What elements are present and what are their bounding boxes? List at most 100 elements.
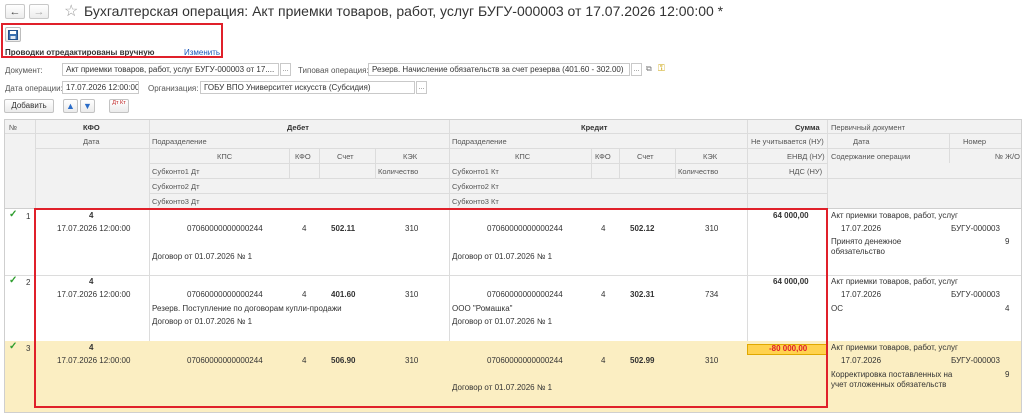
col-sum: Сумма [795, 123, 820, 132]
row-kt-kfo: 4 [601, 290, 606, 299]
col-debit: Дебет [287, 123, 309, 132]
row-kt-kek: 734 [705, 290, 719, 299]
col-dt-kfo: КФО [295, 152, 311, 161]
row-dt-kek: 310 [405, 356, 419, 365]
col-date: Дата [83, 137, 100, 146]
row-kt-kfo: 4 [601, 224, 606, 233]
row-kfo: 4 [89, 211, 94, 220]
row-content-1: Принято денежное [831, 237, 902, 246]
row-dt-kfo: 4 [302, 356, 307, 365]
col-journal: № Ж/О [995, 152, 1020, 161]
col-kt-kek: КЭК [703, 152, 718, 161]
row-content-1: Корректировка поставленных на [831, 370, 953, 379]
arrow-right-icon: → [33, 5, 45, 18]
row-dt-sub1: Резерв. Поступление по договорам купли-п… [152, 304, 342, 313]
col-sub2-kt: Субконто2 Кт [452, 182, 499, 191]
col-dt-kek: КЭК [403, 152, 418, 161]
check-icon: ✓ [9, 275, 18, 286]
row-kt-sub2: Договор от 01.07.2026 № 1 [452, 252, 553, 261]
lock-icon[interactable]: ⚿ [658, 63, 665, 74]
row-content-1: ОС [831, 304, 843, 313]
row-pd-date: 17.07.2026 [841, 356, 882, 365]
col-primary-doc: Первичный документ [831, 123, 906, 132]
arrow-down-icon: ▼ [83, 101, 92, 111]
typical-op-label: Типовая операция: [298, 66, 369, 75]
row-dt-kps: 07060000000000244 [187, 356, 263, 365]
row-kt-sub2: Договор от 01.07.2026 № 1 [452, 383, 553, 392]
debit-credit-icon: Дт Кт [112, 100, 126, 106]
star-icon[interactable]: ☆ [64, 1, 78, 21]
row-kfo: 4 [89, 343, 94, 352]
col-num: № [9, 123, 18, 132]
page-title: Бухгалтерская операция: Акт приемки това… [84, 3, 724, 19]
back-button[interactable]: ← [5, 4, 25, 19]
row-sum: -80 000,00 [769, 344, 808, 353]
col-sub1-kt: Субконто1 Кт [452, 167, 499, 176]
row-content-2: учет отложенных обязательств [831, 380, 947, 389]
add-button[interactable]: Добавить [4, 99, 54, 113]
col-credit: Кредит [581, 123, 608, 132]
postings-table: № КФО Дата Дебет Кредит Сумма Первичный … [4, 119, 1022, 413]
row-pd-date: 17.07.2026 [841, 290, 882, 299]
col-kt-account: Счет [637, 152, 654, 161]
document-field[interactable]: Акт приемки товаров, работ, услуг БУГУ-0… [62, 63, 279, 76]
row-num: 2 [26, 278, 31, 287]
row-dt-kek: 310 [405, 290, 419, 299]
row-sum: 64 000,00 [773, 211, 809, 220]
row-date: 17.07.2026 12:00:00 [57, 224, 131, 233]
org-label: Организация: [148, 84, 199, 93]
org-field[interactable]: ГОБУ ВПО Университет искусств (Субсидия) [200, 81, 415, 94]
col-envd: ЕНВД (НУ) [787, 152, 825, 161]
row-dt-kps: 07060000000000244 [187, 290, 263, 299]
row-pd-number: БУГУ-000003 [951, 290, 1000, 299]
row-journal: 4 [1005, 304, 1010, 313]
save-icon [8, 29, 18, 40]
row-pd-number: БУГУ-000003 [951, 224, 1000, 233]
row-dt-kfo: 4 [302, 290, 307, 299]
col-sub3-dt: Субконто3 Дт [152, 197, 200, 206]
row-kt-kps: 07060000000000244 [487, 290, 563, 299]
check-icon: ✓ [9, 341, 18, 352]
row-num: 3 [26, 344, 31, 353]
row-dt-kek: 310 [405, 224, 419, 233]
col-sub3-kt: Субконто3 Кт [452, 197, 499, 206]
typical-op-field[interactable]: Резерв. Начисление обязательств за счет … [368, 63, 630, 76]
row-pd-name: Акт приемки товаров, работ, услуг [831, 211, 958, 220]
col-pd-date: Дата [853, 137, 870, 146]
move-down-button[interactable]: ▼ [80, 99, 95, 113]
document-open-button[interactable]: ... [280, 63, 291, 76]
row-pd-name: Акт приемки товаров, работ, услуг [831, 277, 958, 286]
row-kt-account: 502.99 [630, 356, 655, 365]
row-kt-kek: 310 [705, 356, 719, 365]
col-kt-kfo: КФО [595, 152, 611, 161]
change-link[interactable]: Изменить [184, 48, 220, 57]
org-open-button[interactable]: ... [416, 81, 427, 94]
row-date: 17.07.2026 12:00:00 [57, 290, 131, 299]
arrow-up-icon: ▲ [66, 101, 75, 111]
col-dt-subdivision: Подразделение [152, 137, 207, 146]
debit-credit-sort-button[interactable]: Дт Кт [109, 99, 129, 113]
date-field[interactable]: 17.07.2026 12:00:00 [62, 81, 139, 94]
typical-op-copy-icon[interactable]: ⧉ [646, 64, 652, 74]
move-up-button[interactable]: ▲ [63, 99, 78, 113]
col-dt-account: Счет [337, 152, 354, 161]
row-kfo: 4 [89, 277, 94, 286]
row-pd-name: Акт приемки товаров, работ, услуг [831, 343, 958, 352]
save-button[interactable] [5, 27, 21, 42]
row-dt-kfo: 4 [302, 224, 307, 233]
col-op-content: Содержание операции [831, 152, 911, 161]
typical-op-select-button[interactable]: ... [631, 63, 642, 76]
forward-button[interactable]: → [29, 4, 49, 19]
document-label: Документ: [5, 66, 43, 75]
col-sub2-dt: Субконто2 Дт [152, 182, 200, 191]
check-icon: ✓ [9, 209, 18, 220]
row-pd-date: 17.07.2026 [841, 224, 882, 233]
col-kt-kps: КПС [515, 152, 531, 161]
arrow-left-icon: ← [9, 5, 21, 18]
row-dt-sub2: Договор от 01.07.2026 № 1 [152, 252, 253, 261]
row-dt-kps: 07060000000000244 [187, 224, 263, 233]
col-kt-quantity: Количество [678, 167, 719, 176]
row-journal: 9 [1005, 370, 1010, 379]
row-kt-kek: 310 [705, 224, 719, 233]
col-kfo: КФО [83, 123, 100, 132]
